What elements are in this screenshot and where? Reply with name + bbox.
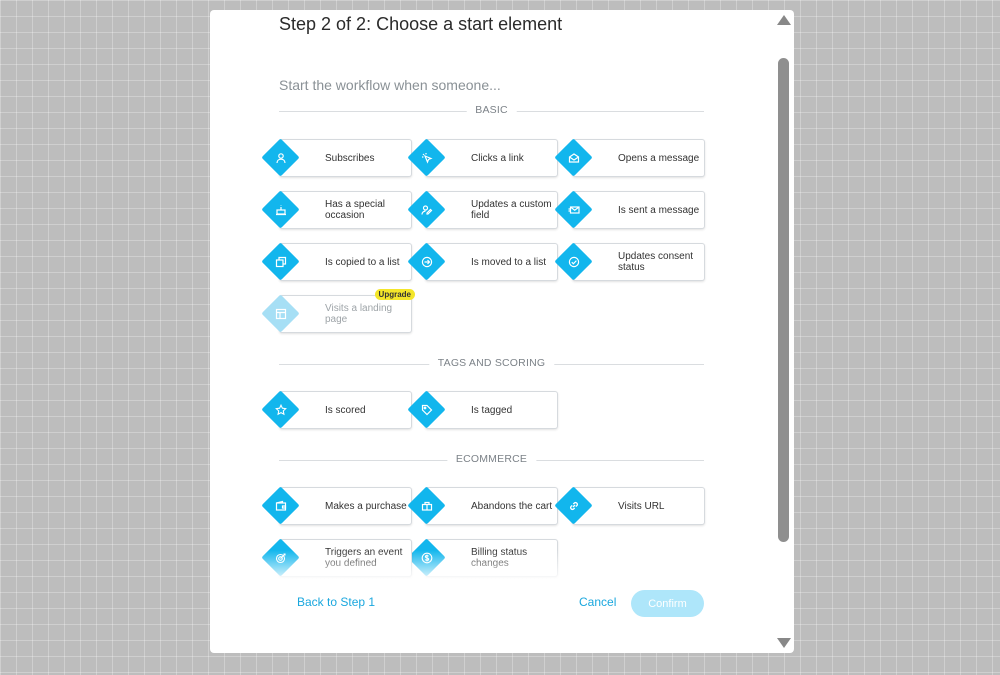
user-icon — [267, 144, 294, 171]
dialog-subtitle: Start the workflow when someone... — [279, 77, 501, 93]
card-visits-landing-page[interactable]: Visits a landing page Upgrade — [261, 289, 415, 333]
card-visits-url[interactable]: Visits URL — [554, 486, 705, 525]
card-label: Opens a message — [618, 152, 700, 164]
card-updates-consent-status[interactable]: Updates consent status — [554, 242, 705, 281]
page-title: Step 2 of 2: Choose a start element — [279, 14, 563, 34]
choose-start-element-dialog: Step 2 of 2: Choose a start element Star… — [210, 10, 794, 653]
card-label: Is copied to a list — [325, 256, 400, 268]
card-special-occasion[interactable]: Has a special occasion — [261, 190, 412, 229]
back-to-step-1-link[interactable]: Back to Step 1 — [297, 595, 375, 609]
card-opens-message[interactable]: Opens a message — [554, 138, 705, 177]
scroll-fade — [210, 550, 794, 584]
card-label: Is moved to a list — [471, 256, 547, 268]
card-is-moved-to-list[interactable]: Is moved to a list — [407, 242, 558, 281]
scroll-down-arrow-icon[interactable] — [777, 638, 791, 648]
card-is-tagged[interactable]: Is tagged — [407, 390, 558, 429]
card-label: Is sent a message — [618, 204, 700, 216]
card-updates-custom-field[interactable]: Updates a custom field — [407, 190, 558, 229]
dialog-footer: Back to Step 1 Cancel Confirm — [210, 584, 794, 653]
card-label: Visits URL — [618, 500, 665, 512]
star-icon — [267, 396, 294, 423]
card-label: Has a special occasion — [325, 199, 386, 221]
confirm-button[interactable]: Confirm — [631, 590, 704, 617]
card-label: Makes a purchase — [325, 500, 407, 512]
tag-icon — [413, 396, 440, 423]
section-label: ECOMMERCE — [446, 453, 537, 465]
card-label: Updates a custom field — [471, 199, 552, 221]
card-makes-purchase[interactable]: Makes a purchase — [261, 486, 412, 525]
copy-icon — [267, 248, 294, 275]
section-label: TAGS AND SCORING — [428, 357, 555, 369]
layout-icon — [267, 300, 294, 327]
card-is-scored[interactable]: Is scored — [261, 390, 412, 429]
cake-icon — [267, 196, 294, 223]
card-clicks-link[interactable]: Clicks a link — [407, 138, 558, 177]
send-envelope-icon — [560, 196, 587, 223]
card-label: Is scored — [325, 404, 366, 416]
card-label: Is tagged — [471, 404, 513, 416]
card-is-sent-message[interactable]: Is sent a message — [554, 190, 705, 229]
scroll-up-arrow-icon[interactable] — [777, 15, 791, 25]
section-label: BASIC — [466, 104, 517, 116]
card-label: Visits a landing page — [325, 303, 393, 325]
link-icon — [560, 492, 587, 519]
card-label: Subscribes — [325, 152, 375, 164]
card-label: Updates consent status — [618, 251, 694, 273]
card-abandons-cart[interactable]: Abandons the cart — [407, 486, 558, 525]
wallet-icon — [267, 492, 294, 519]
card-is-copied-to-list[interactable]: Is copied to a list — [261, 242, 412, 281]
basket-icon — [413, 492, 440, 519]
section-ecommerce: ECOMMERCE — [279, 453, 704, 467]
open-envelope-icon — [560, 144, 587, 171]
upgrade-badge: Upgrade — [374, 289, 415, 300]
section-basic: BASIC — [279, 104, 704, 118]
card-label: Abandons the cart — [471, 500, 553, 512]
cursor-click-icon — [413, 144, 440, 171]
cancel-button[interactable]: Cancel — [579, 595, 616, 609]
section-tags-and-scoring: TAGS AND SCORING — [279, 357, 704, 371]
arrow-circle-icon — [413, 248, 440, 275]
scrollbar-thumb[interactable] — [778, 58, 789, 542]
card-label: Clicks a link — [471, 152, 524, 164]
user-edit-icon — [413, 196, 440, 223]
dialog-content: Step 2 of 2: Choose a start element Star… — [210, 10, 794, 584]
check-circle-icon — [560, 248, 587, 275]
card-subscribes[interactable]: Subscribes — [261, 138, 412, 177]
